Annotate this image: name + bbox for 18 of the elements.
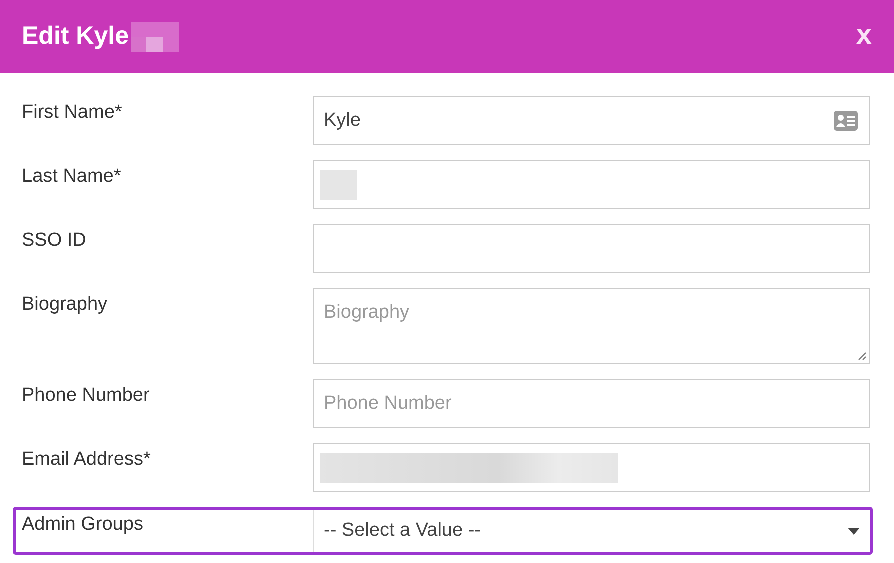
input-field[interactable]: Phone Number xyxy=(313,379,870,428)
field-label: Biography xyxy=(21,293,109,316)
input-field[interactable]: Kyle xyxy=(313,96,870,145)
resize-grip-icon xyxy=(857,351,867,361)
input-field[interactable] xyxy=(313,160,870,209)
field-label: First Name* xyxy=(21,101,124,124)
field-label: Email Address* xyxy=(21,448,152,471)
input-field[interactable] xyxy=(313,224,870,273)
field-label: Phone Number xyxy=(21,384,151,407)
field-label: SSO ID xyxy=(21,229,88,252)
caret-icon xyxy=(848,528,860,534)
close-button[interactable]: x xyxy=(856,18,872,54)
textarea-field[interactable]: Biography xyxy=(313,288,870,364)
field-label: Last Name* xyxy=(21,165,122,188)
input-field[interactable] xyxy=(313,443,870,492)
field-label: Admin Groups xyxy=(21,513,144,536)
select-dropdown[interactable]: -- Select a Value -- xyxy=(313,510,870,552)
dialog-title: Edit Kyle xyxy=(22,22,129,51)
